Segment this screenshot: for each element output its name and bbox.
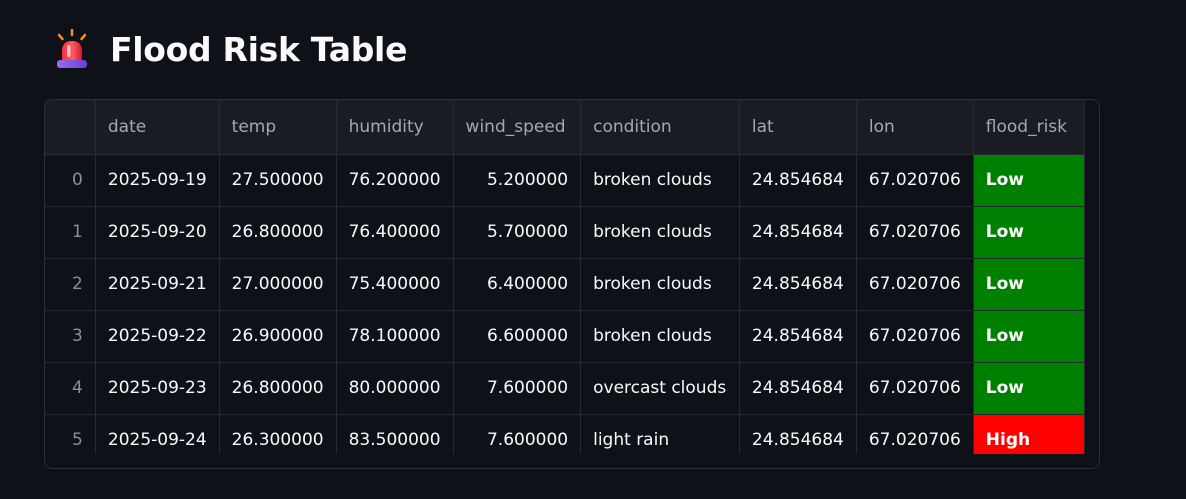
column-header-lon[interactable]: lon (856, 100, 974, 155)
wind-speed-cell[interactable]: 7.600000 (453, 414, 582, 454)
humidity-cell[interactable]: 76.400000 (336, 206, 454, 259)
row-index-cell: 4 (45, 362, 96, 415)
humidity-cell[interactable]: 76.200000 (336, 154, 454, 207)
column-header-date[interactable]: date (95, 100, 220, 155)
temp-cell[interactable]: 26.900000 (219, 310, 337, 363)
lon-cell[interactable]: 67.020706 (856, 206, 974, 259)
header-row: date temp humidity wind_speed condition … (45, 100, 1085, 155)
date-cell[interactable]: 2025-09-24 (95, 414, 220, 454)
flood-risk-cell[interactable]: Low (973, 310, 1085, 363)
humidity-cell[interactable]: 80.000000 (336, 362, 454, 415)
lon-cell[interactable]: 67.020706 (856, 414, 974, 454)
lat-cell[interactable]: 24.854684 (739, 362, 857, 415)
column-header-humidity[interactable]: humidity (336, 100, 454, 155)
column-header-flood-risk[interactable]: flood_risk (973, 100, 1085, 155)
date-cell[interactable]: 2025-09-23 (95, 362, 220, 415)
table-row: 5 2025-09-24 26.300000 83.500000 7.60000… (45, 414, 1085, 454)
humidity-cell[interactable]: 83.500000 (336, 414, 454, 454)
date-cell[interactable]: 2025-09-22 (95, 310, 220, 363)
table-row: 4 2025-09-23 26.800000 80.000000 7.60000… (45, 362, 1085, 415)
flood-risk-cell[interactable]: Low (973, 154, 1085, 207)
condition-cell[interactable]: overcast clouds (580, 362, 740, 415)
humidity-cell[interactable]: 78.100000 (336, 310, 454, 363)
humidity-cell[interactable]: 75.400000 (336, 258, 454, 311)
column-header-lat[interactable]: lat (739, 100, 857, 155)
temp-cell[interactable]: 27.500000 (219, 154, 337, 207)
row-index-cell: 5 (45, 414, 96, 454)
date-cell[interactable]: 2025-09-21 (95, 258, 220, 311)
flood-risk-cell[interactable]: Low (973, 362, 1085, 415)
condition-cell[interactable]: light rain (580, 414, 740, 454)
lat-cell[interactable]: 24.854684 (739, 206, 857, 259)
condition-cell[interactable]: broken clouds (580, 154, 740, 207)
app-page: Flood Risk Table date temp humidity wind… (0, 0, 1186, 499)
condition-cell[interactable]: broken clouds (580, 258, 740, 311)
temp-cell[interactable]: 26.800000 (219, 362, 337, 415)
wind-speed-cell[interactable]: 7.600000 (453, 362, 582, 415)
lat-cell[interactable]: 24.854684 (739, 154, 857, 207)
lat-cell[interactable]: 24.854684 (739, 258, 857, 311)
dataframe-table[interactable]: date temp humidity wind_speed condition … (44, 99, 1100, 469)
row-index-cell: 1 (45, 206, 96, 259)
wind-speed-cell[interactable]: 6.400000 (453, 258, 582, 311)
column-header-wind-speed[interactable]: wind_speed (453, 100, 582, 155)
lon-cell[interactable]: 67.020706 (856, 362, 974, 415)
table-row: 0 2025-09-19 27.500000 76.200000 5.20000… (45, 154, 1085, 207)
column-header-condition[interactable]: condition (580, 100, 740, 155)
date-cell[interactable]: 2025-09-19 (95, 154, 220, 207)
page-title: Flood Risk Table (110, 29, 408, 69)
table-row: 1 2025-09-20 26.800000 76.400000 5.70000… (45, 206, 1085, 259)
wind-speed-cell[interactable]: 5.700000 (453, 206, 582, 259)
condition-cell[interactable]: broken clouds (580, 206, 740, 259)
title-row: Flood Risk Table (54, 26, 407, 72)
lat-cell[interactable]: 24.854684 (739, 414, 857, 454)
table-row: 2 2025-09-21 27.000000 75.400000 6.40000… (45, 258, 1085, 311)
lon-cell[interactable]: 67.020706 (856, 310, 974, 363)
temp-cell[interactable]: 26.800000 (219, 206, 337, 259)
row-index-cell: 3 (45, 310, 96, 363)
siren-icon (57, 29, 87, 68)
wind-speed-cell[interactable]: 5.200000 (453, 154, 582, 207)
table-row: 3 2025-09-22 26.900000 78.100000 6.60000… (45, 310, 1085, 363)
date-cell[interactable]: 2025-09-20 (95, 206, 220, 259)
flood-risk-grid: date temp humidity wind_speed condition … (45, 100, 1085, 454)
flood-risk-cell[interactable]: High (973, 414, 1085, 454)
wind-speed-cell[interactable]: 6.600000 (453, 310, 582, 363)
condition-cell[interactable]: broken clouds (580, 310, 740, 363)
table-viewport[interactable]: date temp humidity wind_speed condition … (45, 100, 1085, 454)
lon-cell[interactable]: 67.020706 (856, 154, 974, 207)
lat-cell[interactable]: 24.854684 (739, 310, 857, 363)
column-header-temp[interactable]: temp (219, 100, 337, 155)
row-index-cell: 2 (45, 258, 96, 311)
temp-cell[interactable]: 27.000000 (219, 258, 337, 311)
lon-cell[interactable]: 67.020706 (856, 258, 974, 311)
flood-risk-cell[interactable]: Low (973, 206, 1085, 259)
column-header-index[interactable] (45, 100, 96, 155)
temp-cell[interactable]: 26.300000 (219, 414, 337, 454)
flood-risk-cell[interactable]: Low (973, 258, 1085, 311)
row-index-cell: 0 (45, 154, 96, 207)
